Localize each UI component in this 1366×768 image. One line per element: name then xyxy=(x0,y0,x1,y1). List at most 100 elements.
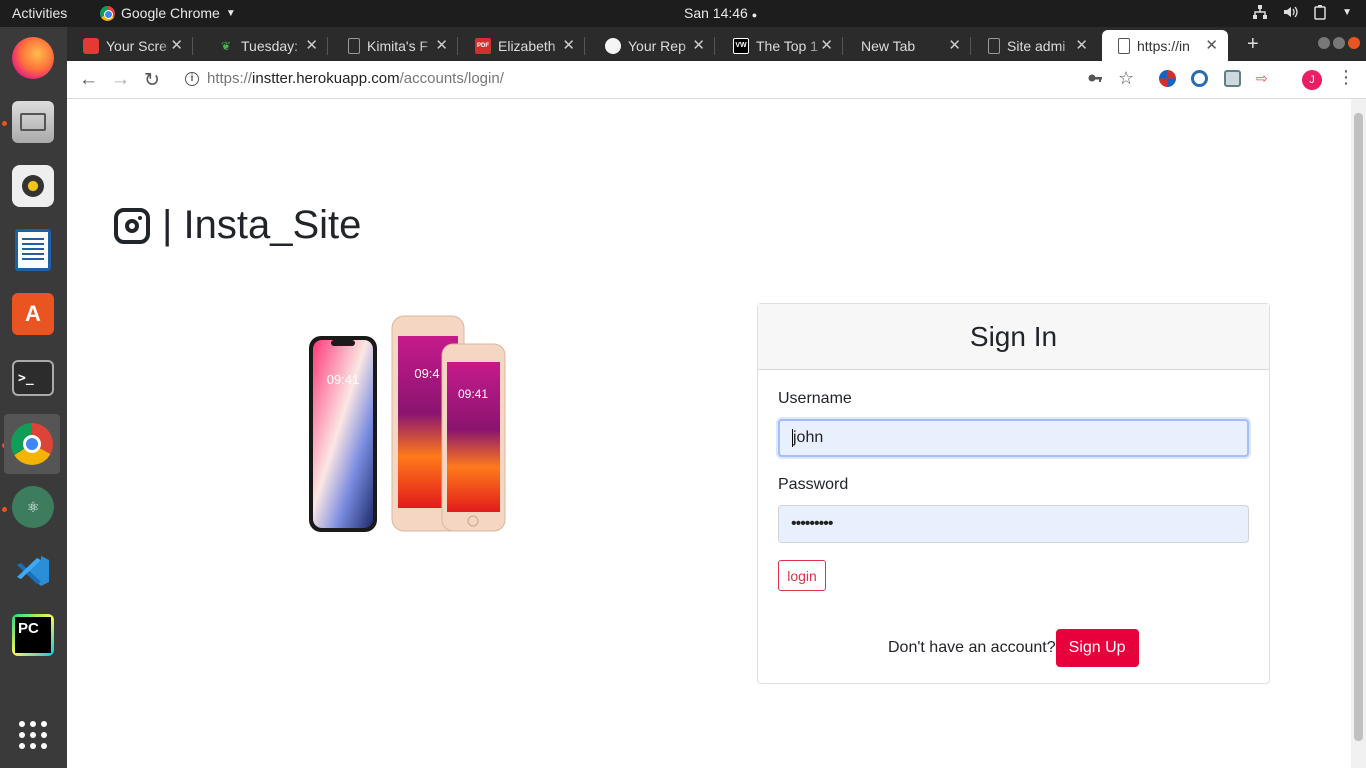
key-icon[interactable] xyxy=(1087,70,1103,86)
browser-tab[interactable]: PDF Elizabeth ✕ xyxy=(459,30,585,61)
tab-close-icon[interactable]: ✕ xyxy=(305,36,318,54)
browser-tab[interactable]: https://in ✕ xyxy=(1102,30,1228,61)
tab-close-icon[interactable]: ✕ xyxy=(435,36,448,54)
dock-chrome[interactable] xyxy=(4,414,60,474)
files-icon xyxy=(12,101,54,143)
menu-kebab-icon[interactable]: ⋮ xyxy=(1337,67,1355,88)
username-input[interactable]: john xyxy=(778,419,1249,457)
url-host: instter.herokuapp.com xyxy=(252,70,400,87)
app-menu-label: Google Chrome xyxy=(121,5,220,21)
forward-button[interactable]: → xyxy=(111,69,130,91)
bookmark-star-icon[interactable]: ☆ xyxy=(1118,68,1134,89)
tab-separator xyxy=(327,37,328,55)
dock-rhythmbox[interactable] xyxy=(8,161,58,211)
firefox-icon xyxy=(12,37,54,79)
signup-button[interactable]: Sign Up xyxy=(1055,629,1139,667)
tab-close-icon[interactable]: ✕ xyxy=(562,36,575,54)
close-window-icon[interactable] xyxy=(1348,37,1360,49)
app-menu[interactable]: Google Chrome ▼ xyxy=(100,5,236,21)
window-controls xyxy=(1318,37,1360,49)
url-text: https://instter.herokuapp.com/accounts/l… xyxy=(207,70,504,87)
chrome-icon xyxy=(11,423,53,465)
profile-avatar[interactable]: J xyxy=(1302,70,1322,90)
extension-camera-icon[interactable] xyxy=(1224,70,1241,87)
network-icon xyxy=(1253,5,1268,19)
dock-show-apps[interactable] xyxy=(8,710,58,760)
tab-label: Tuesday: xyxy=(241,37,299,54)
password-value: ••••••••• xyxy=(791,515,833,532)
extension-search-icon[interactable] xyxy=(1191,70,1208,87)
speaker-icon xyxy=(12,165,54,207)
scrollbar-thumb[interactable] xyxy=(1354,113,1363,741)
tab-label: Site admi xyxy=(1007,37,1066,54)
dock: A >_ ⚛ PC xyxy=(0,27,67,768)
tab-close-icon[interactable]: ✕ xyxy=(1205,36,1218,54)
dock-files[interactable] xyxy=(8,97,58,147)
doc-icon xyxy=(988,37,1000,54)
tab-label: Elizabeth xyxy=(498,37,556,54)
doc-icon xyxy=(348,37,360,54)
dock-software[interactable]: A xyxy=(8,289,58,339)
tab-close-icon[interactable]: ✕ xyxy=(820,36,833,54)
tab-close-icon[interactable]: ✕ xyxy=(1075,36,1088,54)
password-label: Password xyxy=(778,476,849,493)
pdf-icon: PDF xyxy=(475,37,491,54)
svg-text:09:41: 09:41 xyxy=(458,387,488,401)
tab-separator xyxy=(584,37,585,55)
dock-writer[interactable] xyxy=(8,225,58,275)
svg-text:09:4: 09:4 xyxy=(414,366,439,381)
vscode-icon xyxy=(12,550,54,592)
password-input[interactable]: ••••••••• xyxy=(778,505,1249,543)
running-indicator xyxy=(2,121,7,126)
running-indicator xyxy=(2,507,7,512)
browser-tab[interactable]: ❦ Tuesday: ✕ xyxy=(202,30,328,61)
tab-strip: + Your Scre ✕ ❦ Tuesday: ✕ Kimita's F ✕ PDF Eliz… xyxy=(67,27,1366,61)
login-button[interactable]: login xyxy=(778,560,826,591)
reload-button[interactable]: ↻ xyxy=(144,69,160,92)
signin-form: Username john Password ••••••••• login xyxy=(758,370,1269,611)
tab-separator xyxy=(714,37,715,55)
browser-tab[interactable]: Kimita's F ✕ xyxy=(332,30,458,61)
dock-firefox[interactable] xyxy=(8,33,58,83)
tab-close-icon[interactable]: ✕ xyxy=(170,36,183,54)
doc-icon xyxy=(1118,37,1130,54)
dock-pycharm[interactable]: PC xyxy=(8,610,58,660)
browser-toolbar: ← → ↻ i https://instter.herokuapp.com/ac… xyxy=(67,61,1366,99)
software-center-icon: A xyxy=(12,293,54,335)
browser-tab[interactable]: Site admi ✕ xyxy=(972,30,1098,61)
browser-tab[interactable]: Your Rep ✕ xyxy=(589,30,715,61)
browser-tab[interactable]: Your Scre ✕ xyxy=(67,30,193,61)
info-icon[interactable]: i xyxy=(185,71,199,86)
page-scrollbar[interactable] xyxy=(1351,99,1366,768)
minimize-icon[interactable] xyxy=(1318,37,1330,49)
username-label: Username xyxy=(778,390,852,407)
site-brand[interactable]: | Insta_Site xyxy=(114,203,361,248)
tab-close-icon[interactable]: ✕ xyxy=(692,36,705,54)
system-tray[interactable]: ▼ xyxy=(1252,4,1352,20)
browser-tab[interactable]: New Tab ✕ xyxy=(845,30,971,61)
vw-icon: VW xyxy=(733,37,749,54)
clock[interactable]: San 14:46 ● xyxy=(684,5,757,21)
page-content: | Insta_Site 09:41 09:4 09:41 Sign In Us… xyxy=(67,99,1351,768)
dock-atom[interactable]: ⚛ xyxy=(8,482,58,532)
tab-separator xyxy=(192,37,193,55)
brand-title: | Insta_Site xyxy=(162,203,362,247)
tab-separator xyxy=(970,37,971,55)
url-path: /accounts/login/ xyxy=(399,70,504,87)
dock-vscode[interactable] xyxy=(8,546,58,596)
extension-screencast-icon[interactable]: ⇨ xyxy=(1256,70,1268,87)
maximize-icon[interactable] xyxy=(1333,37,1345,49)
tab-close-icon[interactable]: ✕ xyxy=(948,36,961,54)
browser-tab[interactable]: VW The Top 1 ✕ xyxy=(717,30,843,61)
dock-terminal[interactable]: >_ xyxy=(8,353,58,403)
address-bar[interactable]: i https://instter.herokuapp.com/accounts… xyxy=(185,70,504,87)
tab-label: Your Rep xyxy=(628,37,686,54)
extension-1-icon[interactable] xyxy=(1159,70,1176,87)
grid-icon xyxy=(19,721,47,749)
tab-label: The Top 1 xyxy=(756,37,819,54)
new-tab-button[interactable]: + xyxy=(1247,33,1259,56)
caret-down-icon: ▼ xyxy=(225,7,236,19)
activities-button[interactable]: Activities xyxy=(12,5,67,21)
back-button[interactable]: ← xyxy=(79,69,98,91)
tab-label: Kimita's F xyxy=(367,37,429,54)
